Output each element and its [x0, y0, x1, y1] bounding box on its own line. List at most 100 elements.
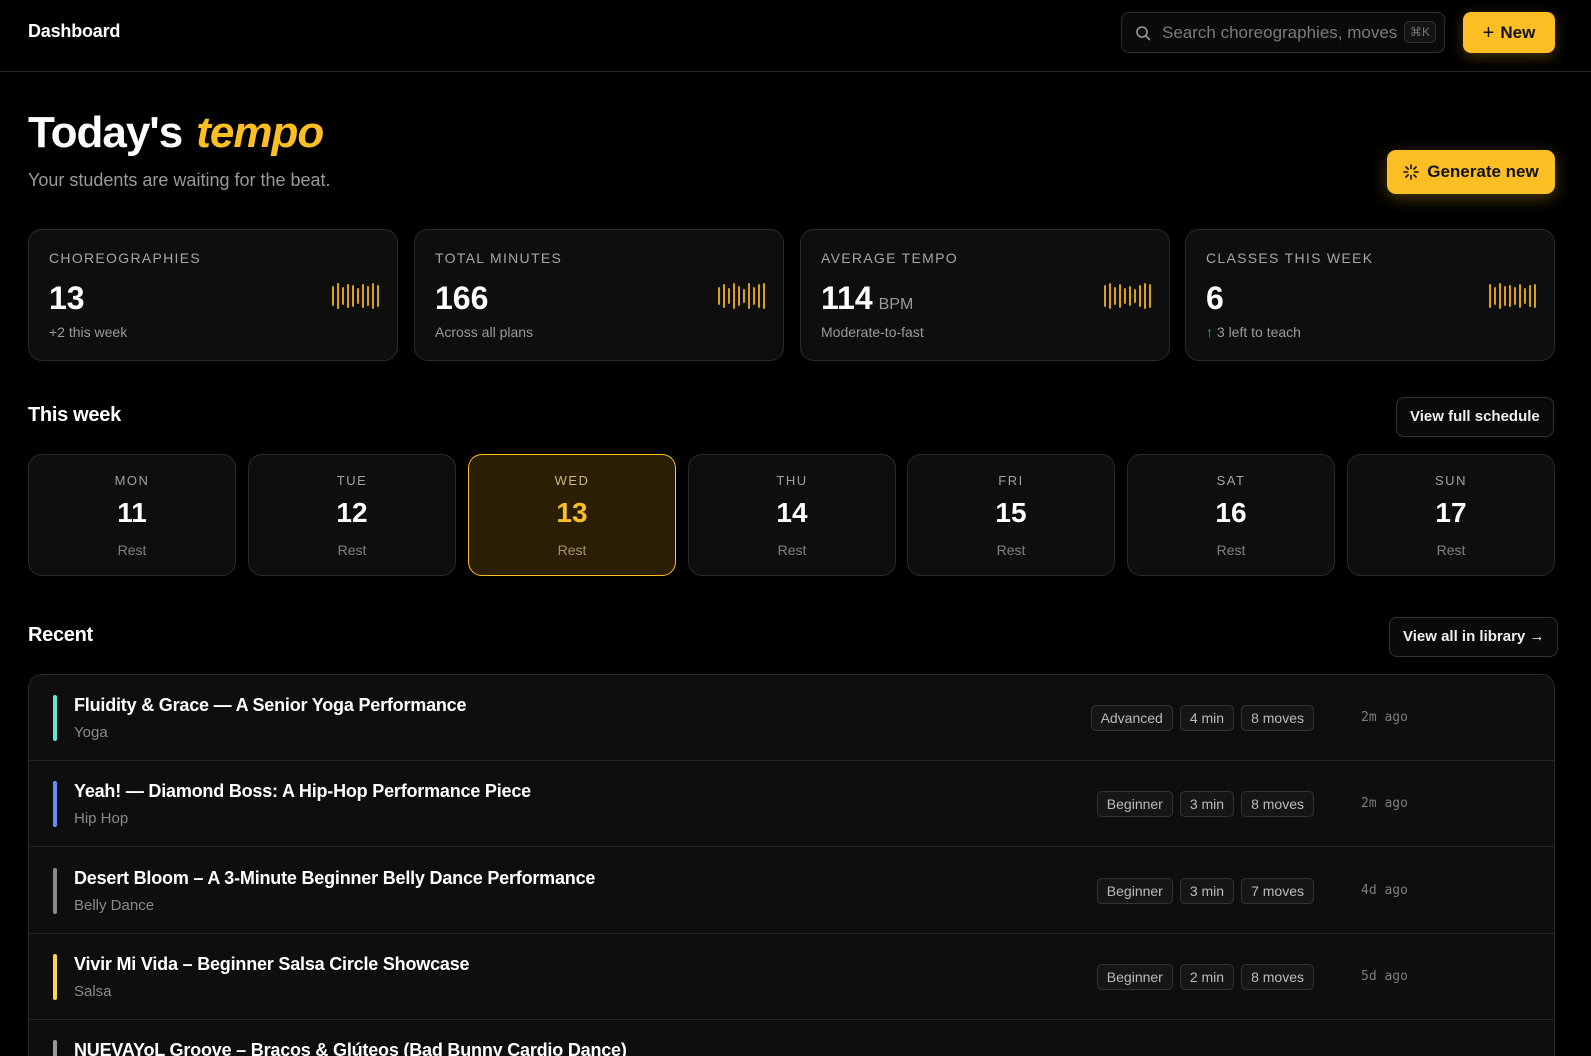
stat-label: TOTAL MINUTES	[435, 250, 563, 266]
stat-label: CLASSES THIS WEEK	[1206, 250, 1374, 266]
day-card-tue[interactable]: TUE 12 Rest	[248, 454, 456, 576]
level-badge: Beginner	[1096, 791, 1173, 817]
waveform-bar	[367, 286, 369, 306]
day-card-sun[interactable]: SUN 17 Rest	[1347, 454, 1555, 576]
waveform-bar	[738, 286, 740, 306]
day-status: Rest	[996, 542, 1026, 558]
waveform-bar	[763, 283, 765, 309]
waveform-bar	[753, 287, 755, 305]
day-name: TUE	[336, 473, 368, 488]
stat-value: 166	[435, 280, 488, 317]
moves-badge: 7 moves	[1241, 878, 1314, 904]
waveform-bar	[1489, 284, 1491, 308]
waveform-bar	[1534, 284, 1536, 308]
day-status: Rest	[117, 542, 147, 558]
day-number: 12	[336, 497, 368, 528]
waveform-bar	[342, 287, 344, 305]
generate-new-button[interactable]: Generate new	[1387, 150, 1555, 194]
day-card-wed[interactable]: WED 13 Rest	[468, 454, 676, 576]
view-full-schedule-button[interactable]: View full schedule	[1396, 397, 1554, 437]
section-title-this-week: This week	[28, 404, 121, 426]
waveform-bar	[733, 283, 735, 309]
day-number: 15	[995, 497, 1027, 528]
item-title: Yeah! — Diamond Boss: A Hip-Hop Performa…	[74, 781, 531, 801]
waveform-bar	[352, 285, 354, 307]
duration-badge: 3 min	[1179, 791, 1235, 817]
waveform-bar	[1509, 285, 1511, 307]
waveform-bar	[1119, 284, 1121, 308]
stat-card-total-minutes: TOTAL MINUTES 166 Across all plans	[414, 229, 784, 361]
day-name: THU	[776, 473, 808, 488]
level-badge: Beginner	[1096, 964, 1173, 990]
day-status: Rest	[777, 542, 807, 558]
waveform-bar	[1494, 287, 1496, 305]
list-item[interactable]: Desert Bloom – A 3-Minute Beginner Belly…	[29, 848, 1554, 934]
waveform-bar	[1149, 284, 1151, 308]
duration-badge: 2 min	[1179, 964, 1235, 990]
category-color-bar	[53, 695, 57, 741]
item-timestamp: 2m ago	[1361, 796, 1408, 811]
waveform-bar	[1144, 283, 1146, 309]
generate-new-label: Generate new	[1427, 162, 1539, 181]
moves-badge: 8 moves	[1241, 791, 1314, 817]
plus-icon: +	[1482, 21, 1495, 44]
waveform-bar	[332, 286, 334, 306]
waveform-bar	[1504, 286, 1506, 306]
waveform-bar	[728, 288, 730, 304]
waveform-bar	[743, 289, 745, 303]
waveform-bar	[758, 284, 760, 308]
day-name: SAT	[1216, 473, 1246, 488]
new-button[interactable]: + New	[1463, 12, 1555, 53]
stat-note: Moderate-to-fast	[821, 324, 924, 340]
waveform-bar	[1499, 283, 1501, 309]
waveform-bar	[1519, 284, 1521, 308]
hero-title-main: Today's	[28, 108, 183, 157]
stat-value-number: 6	[1206, 280, 1224, 316]
level-badge: Advanced	[1090, 705, 1173, 731]
waveform-bar	[1139, 285, 1141, 307]
waveform-bar	[357, 288, 359, 304]
stat-value-number: 166	[435, 280, 489, 316]
item-title: NUEVAYoL Groove – Bracos & Glúteos (Bad …	[74, 1040, 627, 1056]
page-title: Dashboard	[28, 21, 121, 41]
arrow-up-icon: ↑	[1206, 324, 1213, 340]
day-name: WED	[554, 473, 590, 488]
item-category: Salsa	[74, 983, 112, 1000]
waveform-icon	[1489, 282, 1536, 310]
day-status: Rest	[557, 542, 587, 558]
waveform-icon	[1104, 282, 1151, 310]
day-status: Rest	[1216, 542, 1246, 558]
day-card-fri[interactable]: FRI 15 Rest	[907, 454, 1115, 576]
stat-value-number: 114	[821, 280, 873, 316]
item-title: Desert Bloom – A 3-Minute Beginner Belly…	[74, 868, 596, 888]
waveform-bar	[1124, 288, 1126, 304]
list-item[interactable]: Yeah! — Diamond Boss: A Hip-Hop Performa…	[29, 761, 1554, 847]
view-all-library-button[interactable]: View all in library →	[1389, 617, 1559, 657]
search-box[interactable]: ⌘K	[1121, 12, 1445, 53]
item-timestamp: 5d ago	[1361, 969, 1408, 984]
stat-note: +2 this week	[49, 324, 128, 340]
day-name: FRI	[998, 473, 1024, 488]
day-card-sat[interactable]: SAT 16 Rest	[1127, 454, 1335, 576]
hero-title-accent: tempo	[196, 108, 324, 157]
stat-note: ↑ 3 left to teach	[1206, 324, 1301, 340]
day-card-thu[interactable]: THU 14 Rest	[688, 454, 896, 576]
list-item[interactable]: NUEVAYoL Groove – Bracos & Glúteos (Bad …	[29, 1020, 1554, 1056]
waveform-bar	[723, 284, 725, 308]
waveform-bar	[347, 284, 349, 308]
search-input[interactable]	[1162, 13, 1407, 52]
list-item[interactable]: Fluidity & Grace — A Senior Yoga Perform…	[29, 675, 1554, 761]
item-timestamp: 4d ago	[1361, 883, 1408, 898]
stat-value: 13	[49, 280, 85, 317]
section-title-recent: Recent	[28, 624, 93, 646]
day-card-mon[interactable]: MON 11 Rest	[28, 454, 236, 576]
item-tags: Advanced 4 min 8 moves	[1090, 705, 1314, 731]
item-tags: Beginner 3 min 7 moves	[1096, 878, 1314, 904]
waveform-bar	[372, 283, 374, 309]
list-item[interactable]: Vivir Mi Vida – Beginner Salsa Circle Sh…	[29, 934, 1554, 1020]
waveform-bar	[1109, 283, 1111, 309]
item-category: Hip Hop	[74, 810, 129, 827]
stat-value: 6	[1206, 280, 1224, 317]
stat-unit: BPM	[878, 296, 914, 313]
stat-label: CHOREOGRAPHIES	[49, 250, 201, 266]
